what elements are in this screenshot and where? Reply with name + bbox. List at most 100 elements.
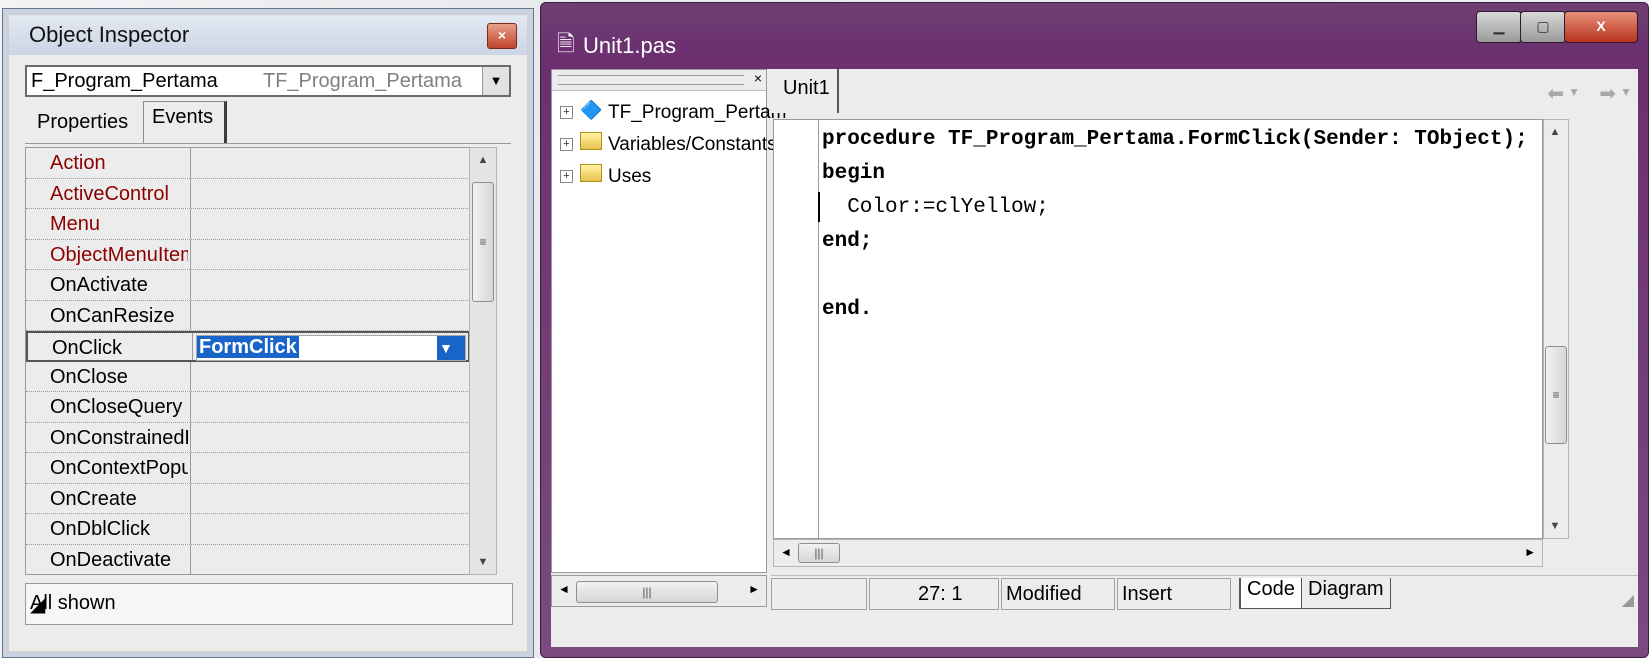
- event-name: ActiveControl: [50, 182, 169, 205]
- tree-item-label: Uses: [608, 166, 652, 187]
- code-line[interactable]: end;: [822, 230, 872, 253]
- code-line[interactable]: begin: [822, 162, 885, 185]
- scroll-thumb[interactable]: ≡: [472, 182, 494, 302]
- code-line[interactable]: Color:=clYellow;: [822, 196, 1049, 219]
- chevron-down-icon[interactable]: ▼: [1620, 85, 1632, 99]
- event-row[interactable]: OnDblClick: [26, 514, 470, 545]
- event-name: OnActivate: [50, 274, 148, 296]
- status-panel-empty: [771, 578, 867, 610]
- event-row[interactable]: OnClick FormClick ▼: [26, 331, 470, 362]
- inspector-statusbar: All shown ◢: [25, 583, 513, 625]
- events-scrollbar[interactable]: ▲ ≡ ▼: [469, 147, 497, 575]
- code-line[interactable]: end.: [822, 298, 872, 321]
- scroll-right-icon[interactable]: ►: [748, 582, 760, 596]
- code-explorer: × + 🔷 TF_Program_Pertam + Variables/Cons…: [551, 69, 786, 573]
- event-handler-field[interactable]: FormClick ▼: [196, 335, 466, 361]
- editor-statusbar: 27: 1 Modified Insert Code Diagram ◢: [771, 575, 1638, 612]
- modified-status: Modified: [1001, 578, 1115, 610]
- scroll-up-icon[interactable]: ▲: [470, 148, 496, 172]
- event-name: OnContextPopup: [50, 457, 188, 479]
- expand-icon[interactable]: +: [560, 138, 573, 151]
- event-row[interactable]: OnCanResize: [26, 300, 470, 331]
- code-explorer-header[interactable]: ×: [552, 70, 766, 91]
- event-row[interactable]: Action: [26, 148, 470, 179]
- folder-icon: [580, 164, 602, 187]
- code-editor[interactable]: procedure TF_Program_Pertama.FormClick(S…: [773, 119, 1543, 539]
- back-arrow-icon[interactable]: ⬅: [1547, 81, 1564, 106]
- event-row[interactable]: ActiveControl: [26, 178, 470, 209]
- editor-client: × + 🔷 TF_Program_Pertam + Variables/Cons…: [551, 69, 1638, 647]
- events-grid: Action ActiveControl Menu ObjectMenuItem OnA…: [25, 147, 471, 575]
- object-inspector-titlebar[interactable]: Object Inspector ×: [9, 15, 527, 55]
- event-name: OnCreate: [50, 487, 137, 510]
- scroll-left-icon[interactable]: ◄: [558, 582, 570, 596]
- tab-properties[interactable]: Properties: [37, 111, 128, 134]
- scroll-down-icon[interactable]: ▼: [1544, 514, 1566, 538]
- event-name: Action: [50, 152, 106, 174]
- event-name: OnClick: [52, 337, 123, 359]
- scroll-left-icon[interactable]: ◄: [780, 545, 792, 559]
- editor-gutter[interactable]: [774, 120, 819, 538]
- tab-code[interactable]: Code: [1239, 578, 1302, 609]
- object-inspector-window: Object Inspector × F_Program_Pertama TF_…: [2, 8, 534, 658]
- editor-tabstrip: Unit1 ⬅ ▼ ➡ ▼: [771, 69, 1638, 113]
- tab-diagram[interactable]: Diagram: [1301, 578, 1391, 609]
- event-row[interactable]: ObjectMenuItem: [26, 239, 470, 270]
- resize-grip-icon[interactable]: ◢: [1622, 590, 1634, 610]
- event-name: Menu: [50, 213, 101, 235]
- tab-unit1[interactable]: Unit1: [773, 69, 839, 113]
- close-icon[interactable]: ×: [487, 23, 517, 49]
- close-icon[interactable]: ×: [754, 70, 762, 86]
- expand-icon[interactable]: +: [560, 106, 573, 119]
- event-row[interactable]: OnConstrainedResize: [26, 422, 470, 453]
- component-type: TF_Program_Pertama: [263, 70, 462, 92]
- event-name: OnCloseQuery: [50, 396, 183, 418]
- event-row[interactable]: OnDeactivate: [26, 544, 470, 574]
- chevron-down-icon[interactable]: ▼: [1568, 85, 1580, 99]
- event-row[interactable]: OnContextPopup: [26, 453, 470, 484]
- code-line[interactable]: procedure TF_Program_Pertama.FormClick(S…: [822, 128, 1528, 151]
- tree-item-label: Variables/Constants: [608, 134, 777, 155]
- insert-mode-status: Insert: [1117, 578, 1231, 610]
- inspector-tabs: Properties Events: [25, 101, 511, 144]
- tab-events[interactable]: Events: [143, 101, 227, 143]
- event-row[interactable]: OnActivate: [26, 270, 470, 301]
- event-name: OnDeactivate: [50, 548, 172, 571]
- scroll-up-icon[interactable]: ▲: [1544, 120, 1566, 144]
- text-caret: [818, 192, 820, 222]
- editor-title: Unit1.pas: [583, 33, 676, 58]
- tree-item-label: TF_Program_Pertam: [608, 102, 787, 123]
- event-row[interactable]: Menu: [26, 209, 470, 240]
- close-button[interactable]: X: [1564, 11, 1638, 43]
- expand-icon[interactable]: +: [560, 170, 573, 183]
- component-icon: 🔷: [580, 100, 603, 120]
- scroll-thumb[interactable]: |||: [798, 543, 840, 563]
- object-inspector-body: F_Program_Pertama TF_Program_Pertama ▼ P…: [9, 55, 527, 651]
- scroll-thumb[interactable]: ≡: [1545, 346, 1567, 444]
- document-icon: 🗎: [557, 31, 575, 56]
- component-selector[interactable]: F_Program_Pertama TF_Program_Pertama ▼: [25, 65, 511, 97]
- maximize-button[interactable]: ▢: [1520, 11, 1566, 43]
- resize-grip-icon[interactable]: ◢: [30, 592, 508, 620]
- event-row[interactable]: OnCreate: [26, 483, 470, 514]
- chevron-down-icon[interactable]: ▼: [482, 67, 509, 95]
- editor-titlebar[interactable]: 🗎 Unit1.pas ▁ ▢ X: [551, 11, 1638, 61]
- event-name: OnClose: [50, 365, 128, 388]
- event-name: OnDblClick: [50, 518, 151, 540]
- code-editor-window: 🗎 Unit1.pas ▁ ▢ X × + 🔷 TF_Program_Perta…: [540, 2, 1649, 658]
- code-vertical-scrollbar[interactable]: ▲ ≡ ▼: [1543, 119, 1569, 539]
- code-horizontal-scrollbar[interactable]: ◄ ||| ►: [773, 539, 1543, 567]
- event-name: ObjectMenuItem: [50, 243, 188, 266]
- component-name: F_Program_Pertama: [31, 70, 218, 92]
- folder-icon: [580, 132, 602, 155]
- minimize-button[interactable]: ▁: [1476, 11, 1522, 43]
- scroll-down-icon[interactable]: ▼: [470, 550, 496, 574]
- scroll-right-icon[interactable]: ►: [1524, 545, 1536, 559]
- cursor-position: 27: 1: [869, 578, 999, 610]
- chevron-down-icon[interactable]: ▼: [437, 336, 465, 360]
- forward-arrow-icon[interactable]: ➡: [1599, 81, 1616, 106]
- event-row[interactable]: OnClose: [26, 361, 470, 392]
- event-row[interactable]: OnCloseQuery: [26, 392, 470, 423]
- tree-horizontal-scrollbar[interactable]: ◄ ||| ►: [551, 575, 767, 607]
- scroll-thumb[interactable]: |||: [576, 581, 718, 603]
